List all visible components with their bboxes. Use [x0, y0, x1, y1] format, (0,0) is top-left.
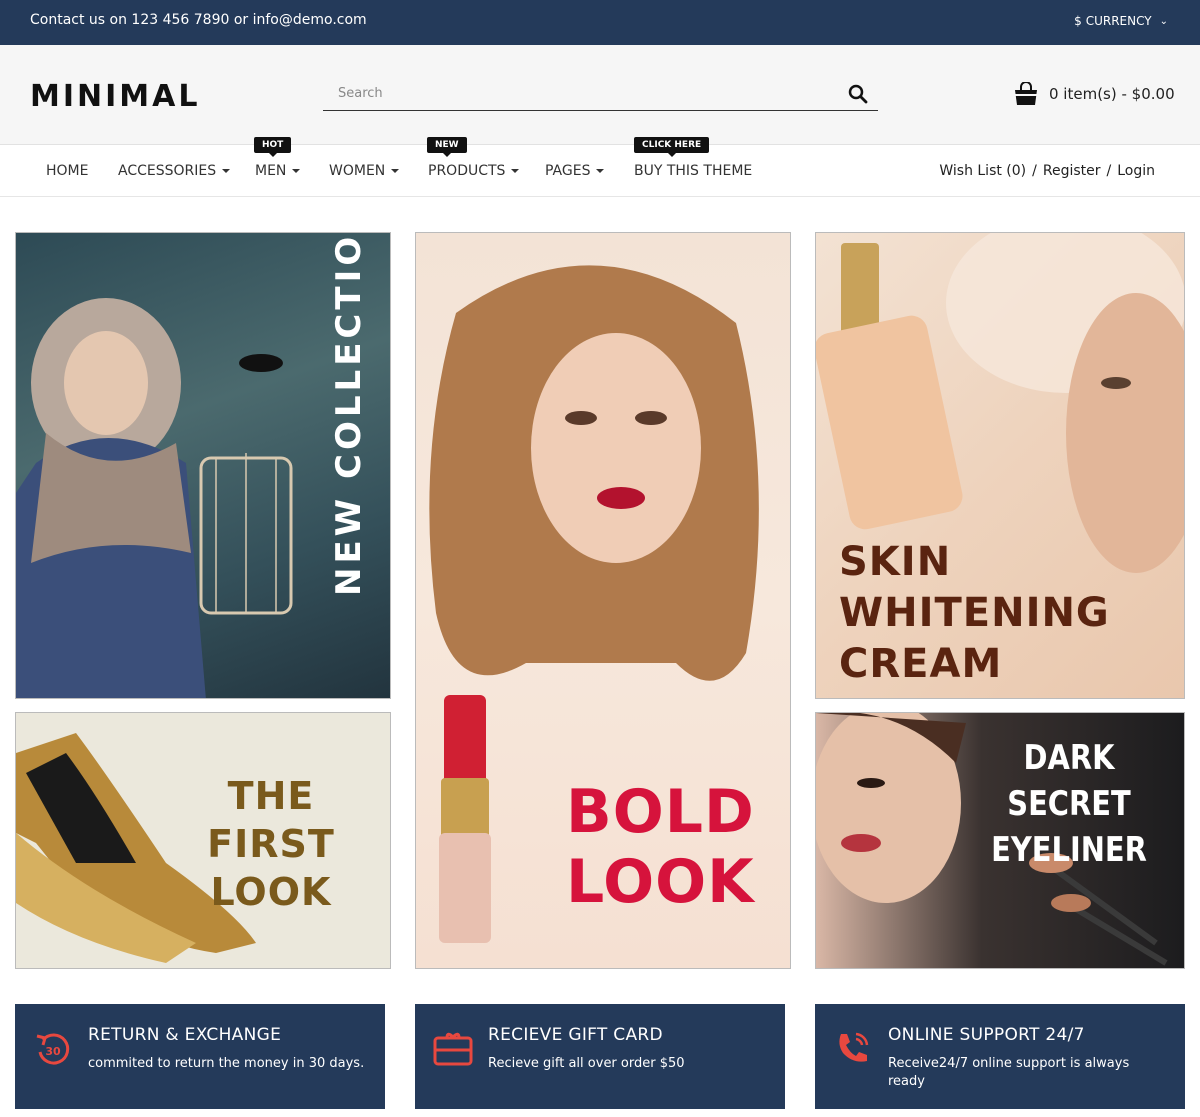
banner-dark-secret[interactable]: DARK SECRET EYELINER	[815, 712, 1185, 969]
return-30-icon: 30	[36, 1033, 70, 1065]
nav-item-buy-theme[interactable]: CLICK HERE BUY THIS THEME	[634, 137, 753, 179]
feature-title: RETURN & EXCHANGE	[88, 1025, 282, 1045]
feature-desc: Recieve gift all over order $50	[488, 1056, 685, 1071]
skin-line-1: SKIN	[839, 539, 952, 585]
bold-look-heading: BOLD LOOK	[566, 777, 755, 917]
caret-down-icon	[511, 169, 520, 173]
caret-down-icon	[391, 169, 400, 173]
nav-item-men[interactable]: HOT MEN	[254, 137, 301, 179]
nav-label: MEN	[255, 163, 287, 179]
caret-down-icon	[292, 169, 301, 173]
new-badge: NEW	[427, 137, 467, 157]
phone-support-icon	[839, 1032, 869, 1062]
nav-label: ACCESSORIES	[118, 163, 217, 179]
caret-down-icon	[222, 169, 231, 173]
search-bar	[323, 78, 878, 111]
first-look-heading: THE FIRST LOOK	[161, 772, 381, 916]
site-header: MINIMAL 0 item(s) - $0.00	[0, 45, 1200, 145]
nav-label: PRODUCTS	[428, 163, 506, 179]
feature-desc: commited to return the money in 30 days.	[88, 1056, 365, 1071]
contact-info: Contact us on 123 456 7890 or info@demo.…	[30, 12, 367, 28]
nav-label: BUY THIS THEME	[634, 163, 753, 179]
top-bar: Contact us on 123 456 7890 or info@demo.…	[0, 0, 1200, 45]
feature-return-exchange: 30 RETURN & EXCHANGE commited to return …	[15, 1004, 385, 1109]
nav-label: HOME	[46, 163, 89, 179]
nav-item-pages[interactable]: PAGES	[545, 163, 605, 179]
skin-whitening-heading: SKIN WHITENING CREAM	[839, 537, 1110, 690]
feature-title: RECIEVE GIFT CARD	[488, 1025, 663, 1045]
separator: /	[1032, 163, 1037, 179]
feature-online-support: ONLINE SUPPORT 24/7 Receive24/7 online s…	[815, 1004, 1185, 1109]
gift-card-icon	[433, 1032, 473, 1066]
nav-item-women[interactable]: WOMEN	[329, 163, 400, 179]
wishlist-link[interactable]: Wish List (0)	[939, 163, 1026, 179]
feature-desc: Receive24/7 online support is always rea…	[888, 1056, 1130, 1089]
account-links: Wish List (0) / Register / Login	[939, 163, 1155, 179]
first-look-line-2: LOOK	[210, 870, 332, 914]
skin-line-3: CREAM	[839, 641, 1003, 687]
nav-item-home[interactable]: HOME	[46, 163, 88, 179]
banner-skin-whitening[interactable]: SKIN WHITENING CREAM	[815, 232, 1185, 699]
search-icon[interactable]	[848, 84, 868, 104]
banner-new-collection[interactable]: NEW COLLECTION	[15, 232, 391, 699]
new-collection-text: NEW COLLECTION	[329, 232, 369, 596]
separator: /	[1106, 163, 1112, 179]
shopping-bag-icon	[1014, 82, 1038, 105]
nav-item-products[interactable]: NEW PRODUCTS	[427, 137, 520, 179]
nav-label: PAGES	[545, 163, 591, 179]
cart-summary: 0 item(s) - $0.00	[1049, 85, 1175, 103]
feature-gift-card: RECIEVE GIFT CARD Recieve gift all over …	[415, 1004, 785, 1109]
banner-bold-look[interactable]: BOLD LOOK	[415, 232, 791, 969]
search-input[interactable]	[323, 78, 803, 108]
nav-label: WOMEN	[329, 163, 386, 179]
bold-look-line-2: LOOK	[566, 847, 755, 917]
dark-secret-line-2: EYELINER	[991, 830, 1147, 870]
currency-label: CURRENCY	[1085, 14, 1152, 28]
main-nav: HOME ACCESSORIES HOT MEN WOMEN NEW PRODU…	[0, 137, 1200, 197]
currency-dropdown[interactable]: $ CURRENCY ⌄	[1074, 14, 1168, 28]
dark-secret-heading: DARK SECRET EYELINER	[980, 735, 1159, 873]
feature-title: ONLINE SUPPORT 24/7	[888, 1025, 1085, 1045]
login-link[interactable]: Login	[1117, 163, 1155, 179]
bold-look-line-1: BOLD	[566, 777, 755, 847]
caret-down-icon	[596, 169, 605, 173]
hot-badge: HOT	[254, 137, 292, 157]
dark-secret-line-1: DARK SECRET	[1007, 738, 1131, 824]
click-here-badge: CLICK HERE	[634, 137, 710, 157]
banner-first-look[interactable]: THE FIRST LOOK	[15, 712, 391, 969]
site-logo[interactable]: MINIMAL	[30, 79, 200, 114]
nav-item-accessories[interactable]: ACCESSORIES	[118, 163, 231, 179]
return-30-icon-text: 30	[45, 1045, 61, 1058]
currency-symbol: $	[1074, 14, 1082, 28]
chevron-down-icon: ⌄	[1159, 15, 1168, 27]
skin-line-2: WHITENING	[839, 590, 1110, 636]
cart-button[interactable]: 0 item(s) - $0.00	[1013, 82, 1175, 106]
register-link[interactable]: Register	[1043, 163, 1101, 179]
first-look-line-1: THE FIRST	[207, 774, 335, 866]
